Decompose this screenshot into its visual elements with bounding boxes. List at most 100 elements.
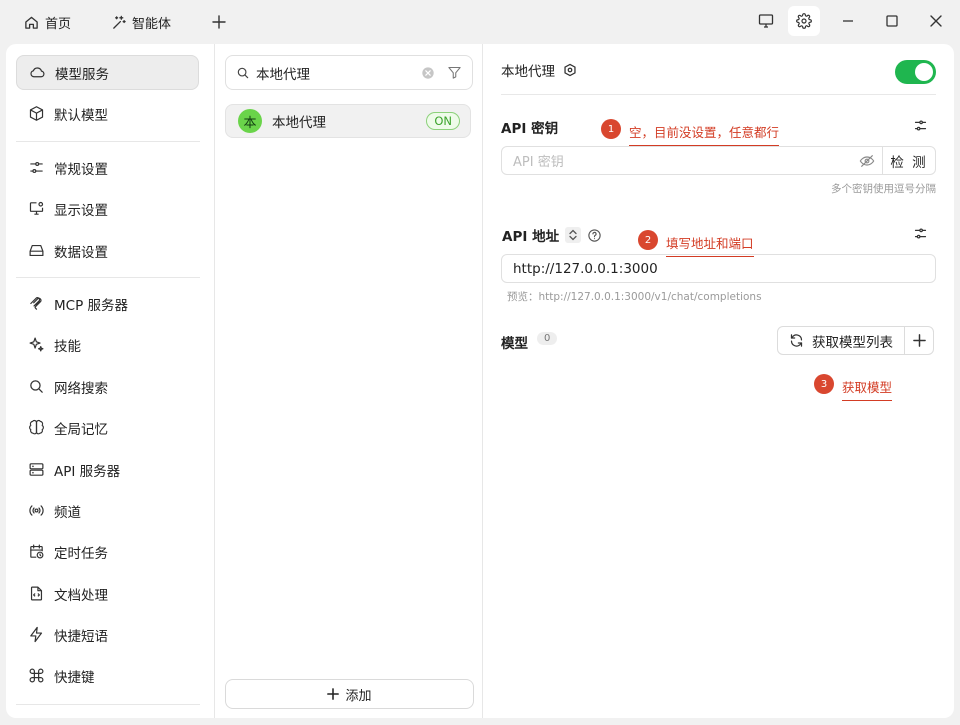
eye-off-icon[interactable] <box>852 153 882 169</box>
help-icon[interactable] <box>587 228 602 243</box>
tab-home-label: 首页 <box>45 16 72 32</box>
api-key-title: API 密钥 <box>501 121 559 137</box>
sidebar-item-label: 全局记忆 <box>54 421 108 438</box>
provider-search[interactable]: 本地代理 <box>225 55 473 90</box>
status-badge: ON <box>426 112 460 130</box>
brain-icon <box>27 419 45 437</box>
sidebar-item-channels[interactable]: 频道 <box>16 493 199 528</box>
sidebar-item-mcp[interactable]: MCP 服务器 <box>16 286 199 321</box>
sidebar-item-display[interactable]: 显示设置 <box>16 191 199 226</box>
models-count-badge: 0 <box>537 332 558 345</box>
search-input[interactable]: 本地代理 <box>256 63 415 83</box>
new-tab-button[interactable] <box>209 12 229 32</box>
plus-icon <box>912 334 926 347</box>
monitor-icon <box>758 13 774 29</box>
settings-button[interactable] <box>788 6 820 36</box>
check-key-button[interactable]: 检 测 <box>882 147 935 174</box>
mcp-icon <box>27 295 45 313</box>
fetch-models-label: 获取模型列表 <box>812 334 893 351</box>
chevron-updown-icon[interactable] <box>565 227 582 243</box>
file-code-icon <box>27 585 45 603</box>
api-key-hint: 多个密钥使用逗号分隔 <box>831 183 936 195</box>
broadcast-icon <box>27 502 45 520</box>
api-url-header: API 地址 <box>502 225 602 245</box>
annotation-3: 3 获取模型 <box>814 372 893 401</box>
sidebar-item-documents[interactable]: 文档处理 <box>16 576 199 611</box>
monitor-settings-icon <box>27 200 45 218</box>
sidebar-item-data[interactable]: 数据设置 <box>16 233 199 268</box>
server-icon <box>27 461 45 479</box>
sparkles-icon <box>27 336 45 354</box>
settings-window: 模型服务 默认模型 常规设置 显示设置 数据设置 MCP 服务器 技能 网络搜索… <box>6 44 954 718</box>
sidebar-item-memory[interactable]: 全局记忆 <box>16 410 199 445</box>
magic-wand-icon <box>111 15 126 30</box>
maximize-button[interactable] <box>876 6 908 36</box>
tab-agents-label: 智能体 <box>132 16 172 32</box>
sidebar-item-label: 快捷键 <box>54 669 95 686</box>
sidebar-item-label: 频道 <box>54 504 81 521</box>
sidebar-item-quick-phrases[interactable]: 快捷短语 <box>16 617 199 652</box>
api-url-preview: 预览：http://127.0.0.1:3000/v1/chat/complet… <box>507 291 762 303</box>
gear-icon <box>796 13 812 29</box>
clear-search-icon[interactable] <box>421 66 435 80</box>
cloud-icon <box>28 64 46 82</box>
sidebar-item-scheduled-tasks[interactable]: 定时任务 <box>16 534 199 569</box>
provider-header: 本地代理 <box>501 60 577 80</box>
provider-title: 本地代理 <box>501 64 555 80</box>
annotation-2: 2 填写地址和端口 <box>638 228 754 257</box>
avatar: 本 <box>238 109 262 133</box>
model-actions: 获取模型列表 <box>777 326 934 355</box>
sidebar-item-shortcuts[interactable]: 快捷键 <box>16 658 199 693</box>
minimize-button[interactable] <box>832 6 864 36</box>
add-model-button[interactable] <box>905 327 933 354</box>
models-title: 模型 <box>501 336 528 352</box>
tab-home[interactable]: 首页 <box>14 7 81 37</box>
api-url-settings-button[interactable] <box>911 224 929 242</box>
search-icon <box>236 66 250 80</box>
api-url-title: API 地址 <box>502 229 560 245</box>
sidebar-item-label: 数据设置 <box>54 244 108 261</box>
api-key-input[interactable]: API 密钥 <box>502 151 852 170</box>
provider-settings-icon[interactable] <box>563 63 577 77</box>
annotation-text: 填写地址和端口 <box>666 233 754 257</box>
fetch-models-button[interactable]: 获取模型列表 <box>778 327 905 354</box>
sliders-icon <box>913 118 928 133</box>
command-icon <box>27 667 45 685</box>
sidebar-item-label: 常规设置 <box>54 161 108 178</box>
provider-item-local-proxy[interactable]: 本 本地代理 ON <box>225 104 471 138</box>
home-icon <box>24 15 39 30</box>
close-button[interactable] <box>920 6 952 36</box>
add-provider-button[interactable]: 添加 <box>225 679 474 709</box>
plus-icon <box>327 688 340 700</box>
header-divider <box>501 94 936 95</box>
title-bar: 首页 智能体 <box>0 0 960 44</box>
tab-agents[interactable]: 智能体 <box>101 7 181 37</box>
filter-icon[interactable] <box>447 65 462 80</box>
sidebar-item-label: 文档处理 <box>54 587 108 604</box>
sidebar-item-api-server[interactable]: API 服务器 <box>16 452 199 487</box>
monitor-button[interactable] <box>750 6 782 36</box>
annotation-1: 1 空，目前没设置，任意都行 <box>601 117 780 146</box>
add-provider-label: 添加 <box>345 688 372 704</box>
minimize-icon <box>841 14 855 28</box>
search-icon <box>27 378 45 396</box>
sidebar-item-label: 网络搜索 <box>54 380 108 397</box>
sidebar-item-label: 默认模型 <box>54 107 108 124</box>
sidebar-item-default-model[interactable]: 默认模型 <box>16 96 199 131</box>
maximize-icon <box>885 14 899 28</box>
sidebar-item-model-service[interactable]: 模型服务 <box>16 55 199 90</box>
api-key-settings-button[interactable] <box>911 116 929 134</box>
api-url-input[interactable]: http://127.0.0.1:3000 <box>501 254 936 283</box>
api-key-field[interactable]: API 密钥 检 测 <box>501 146 936 175</box>
sidebar-divider <box>16 277 200 278</box>
annotation-text: 空，目前没设置，任意都行 <box>629 122 780 146</box>
zap-icon <box>27 626 45 644</box>
provider-enable-toggle[interactable] <box>895 60 936 84</box>
sidebar-item-skills[interactable]: 技能 <box>16 327 199 362</box>
sliders-icon <box>913 226 928 241</box>
sidebar-item-label: 技能 <box>54 338 81 355</box>
close-icon <box>929 14 943 28</box>
sidebar-item-general[interactable]: 常规设置 <box>16 150 199 185</box>
provider-list-panel: 本地代理 本 本地代理 ON 添加 <box>216 44 483 718</box>
sidebar-item-web-search[interactable]: 网络搜索 <box>16 369 199 404</box>
